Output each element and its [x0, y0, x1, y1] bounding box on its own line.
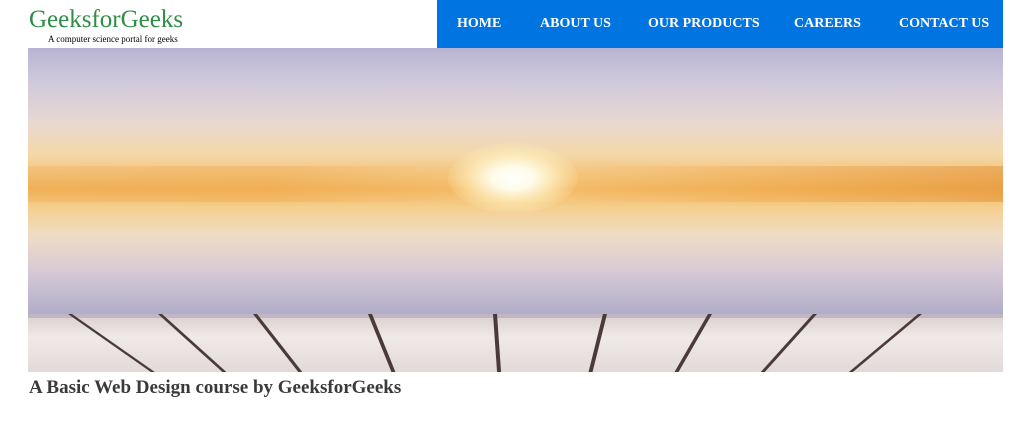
deck-edge: [28, 314, 1003, 318]
hero-banner-image: [28, 48, 1003, 372]
deck-plank-gap: [68, 314, 155, 372]
deck-plank-gap: [253, 314, 303, 372]
hero-wooden-deck: [28, 314, 1003, 372]
deck-plank-gap: [588, 314, 607, 372]
deck-plank-gap: [848, 314, 922, 372]
deck-plank-gap: [368, 314, 396, 372]
nav-home-link[interactable]: HOME: [457, 0, 501, 48]
nav-our-products-link[interactable]: OUR PRODUCTS: [648, 0, 760, 48]
nav-contact-us-link[interactable]: CONTACT US: [899, 0, 989, 48]
nav-careers-link[interactable]: CAREERS: [794, 0, 861, 48]
page-heading: A Basic Web Design course by GeeksforGee…: [29, 377, 402, 398]
hero-sun: [448, 143, 578, 213]
logo-title: GeeksforGeeks: [29, 6, 184, 33]
nav-about-us-link[interactable]: ABOUT US: [540, 0, 611, 48]
site-header: GeeksforGeeks A computer science portal …: [0, 0, 1024, 48]
logo-tagline: A computer science portal for geeks: [48, 34, 178, 44]
deck-plank-gap: [493, 314, 502, 372]
site-logo[interactable]: GeeksforGeeks A computer science portal …: [29, 6, 239, 46]
main-nav: HOME ABOUT US OUR PRODUCTS CAREERS CONTA…: [437, 0, 1003, 48]
deck-plank-gap: [760, 314, 817, 372]
deck-plank-gap: [674, 314, 712, 372]
page: GeeksforGeeks A computer science portal …: [0, 0, 1024, 437]
deck-plank-gap: [158, 314, 227, 372]
